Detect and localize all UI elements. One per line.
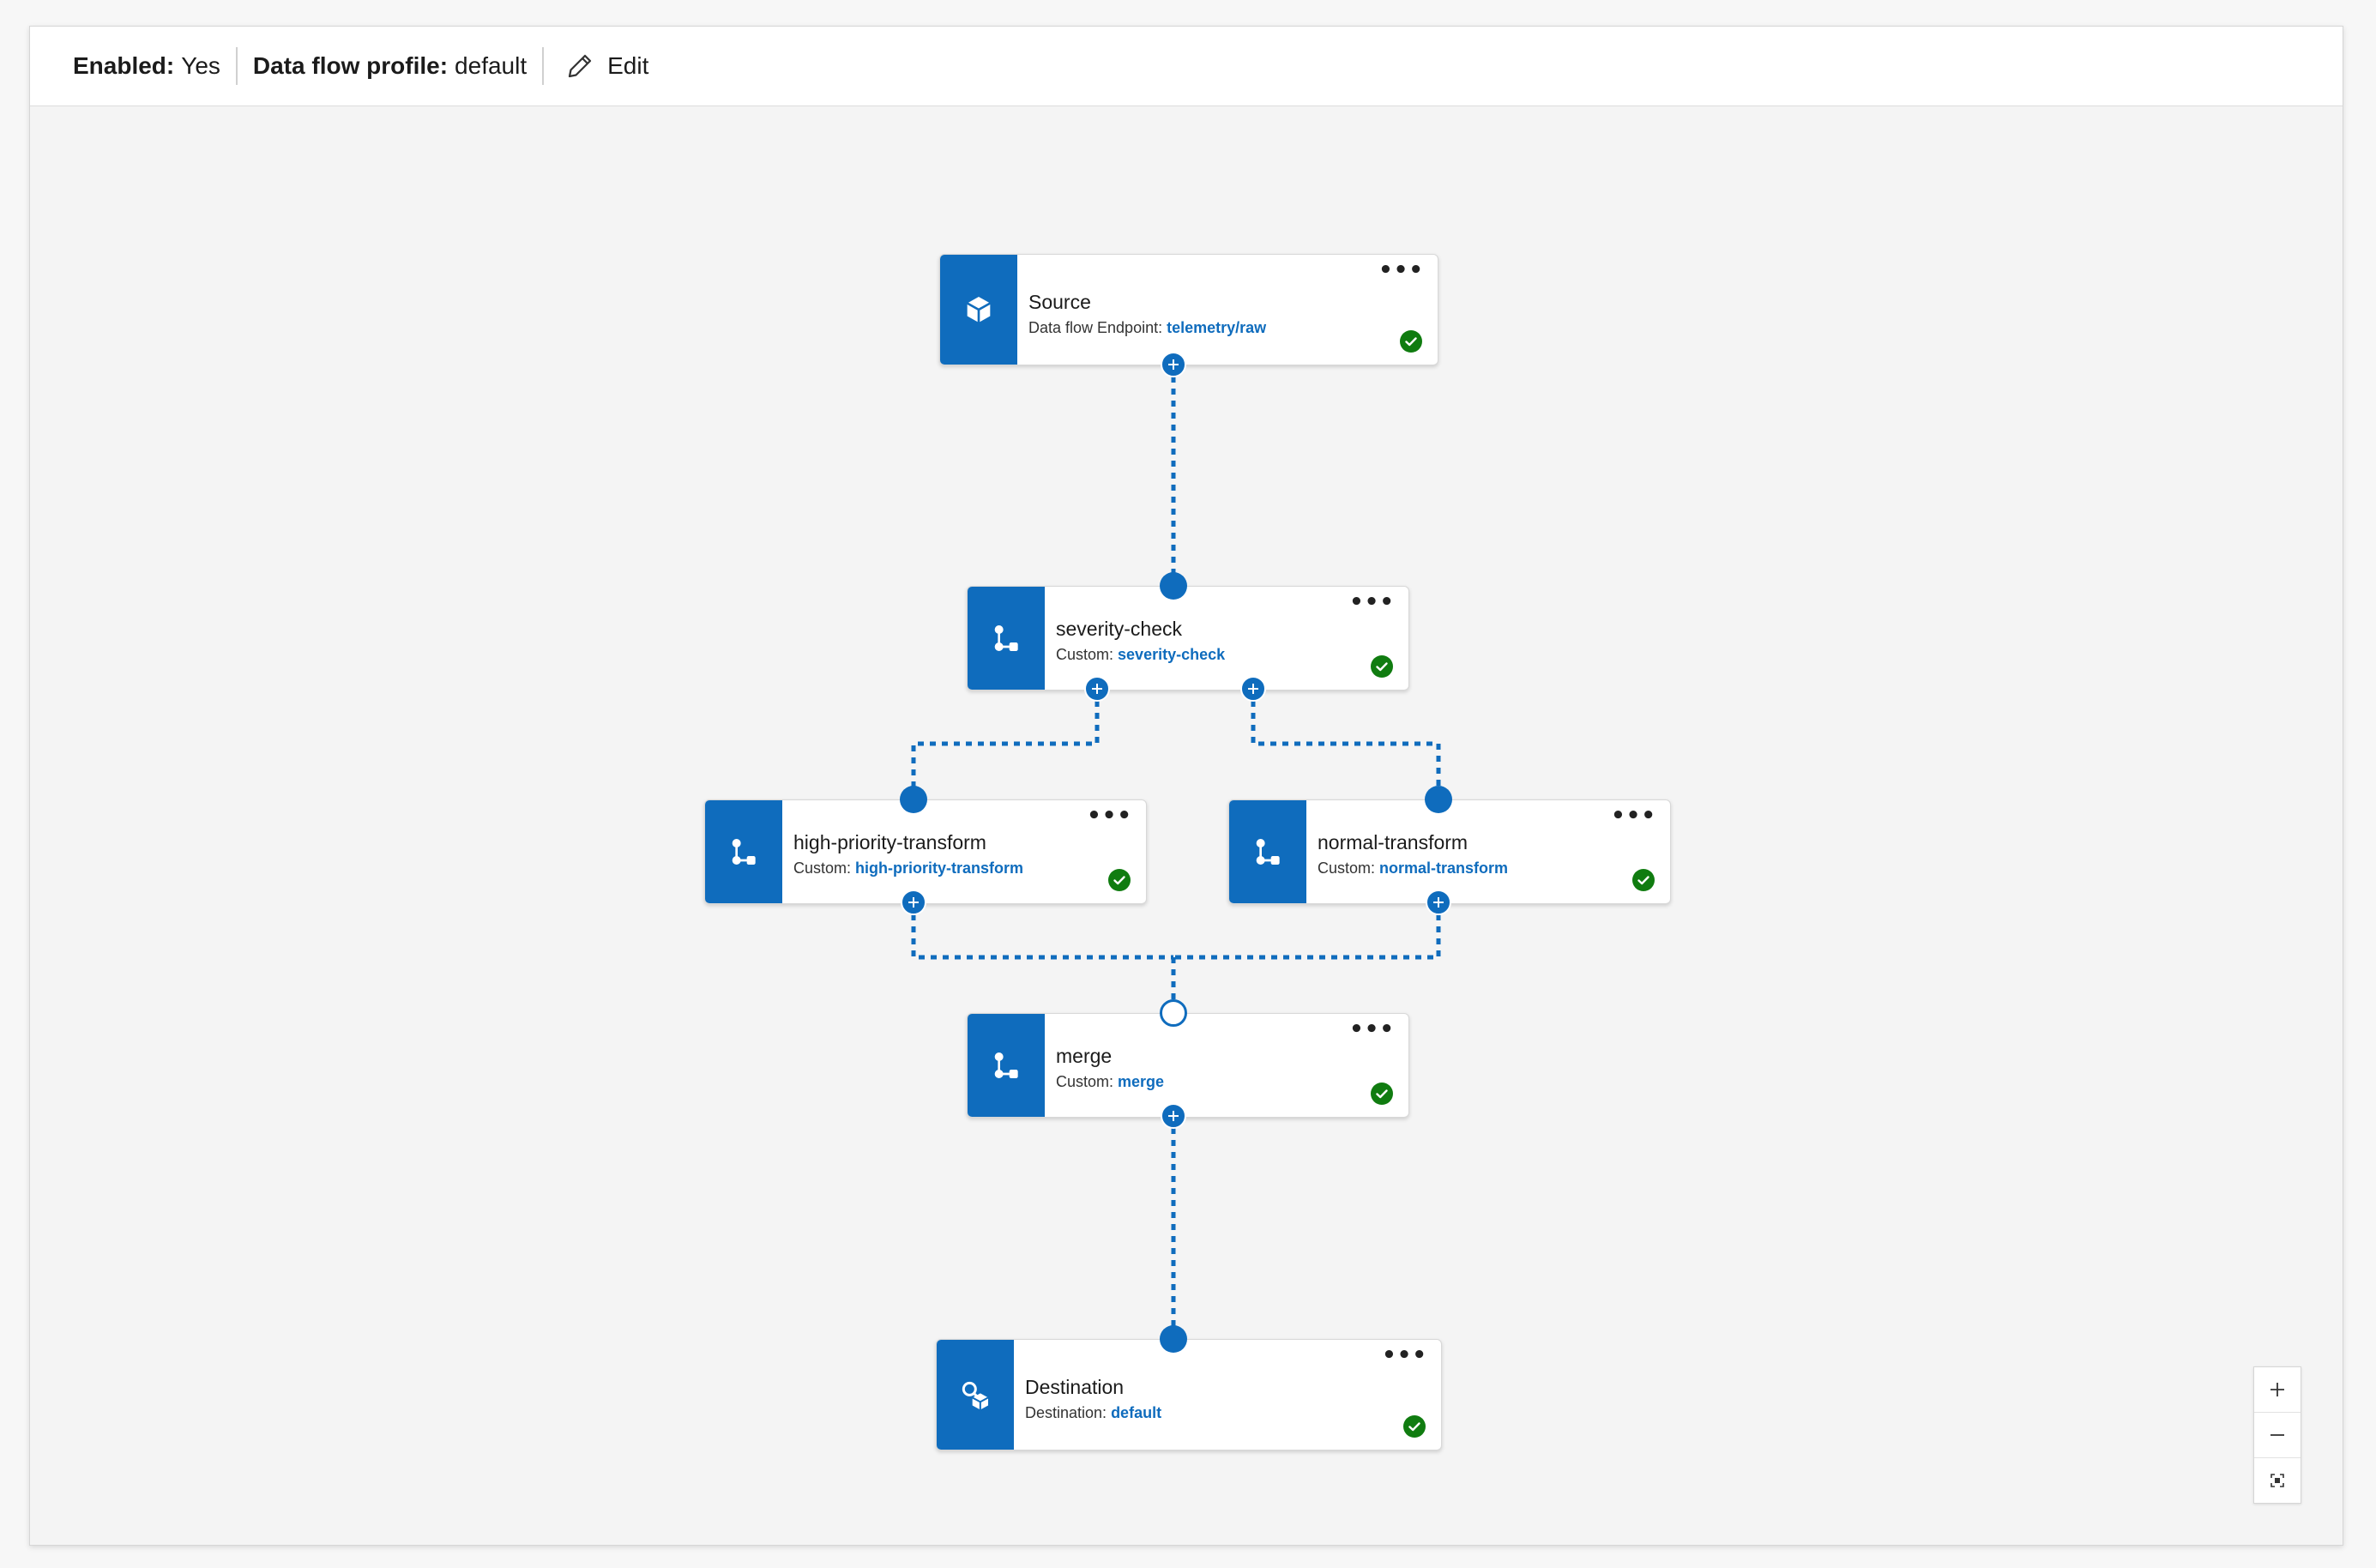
node-title: severity-check xyxy=(1056,618,1182,640)
plus-icon xyxy=(1433,897,1444,908)
edit-button[interactable]: Edit xyxy=(559,51,654,81)
success-check-icon xyxy=(1632,869,1655,891)
edge-normal-merge xyxy=(1173,902,1441,960)
edge-severity-high xyxy=(911,689,1100,799)
add-step-port[interactable] xyxy=(1426,890,1451,915)
node-subtitle: Data flow Endpoint: telemetry/raw xyxy=(1028,319,1386,337)
node-title: Source xyxy=(1028,291,1091,313)
branch-icon xyxy=(994,1052,1018,1079)
input-port[interactable] xyxy=(1160,572,1187,600)
node-title: Destination xyxy=(1025,1376,1125,1398)
enabled-status: Enabled: Yes xyxy=(73,52,220,80)
high-priority-transform-node[interactable]: high-priority-transform Custom: high-prio… xyxy=(704,799,1147,904)
severity-check-node[interactable]: severity-check Custom: severity-check ••• xyxy=(967,586,1409,691)
toolbar-divider xyxy=(542,47,545,85)
transform-link[interactable]: normal-transform xyxy=(1379,859,1508,877)
plus-icon xyxy=(1248,684,1258,694)
transform-link[interactable]: severity-check xyxy=(1118,646,1225,663)
input-port-open[interactable] xyxy=(1160,999,1187,1027)
plus-icon xyxy=(1168,359,1179,370)
fit-view-icon xyxy=(2270,1474,2284,1487)
dataflow-panel: Enabled: Yes Data flow profile: default … xyxy=(29,26,2343,1546)
destination-icon xyxy=(962,1381,989,1410)
add-step-port[interactable] xyxy=(1161,1103,1186,1129)
success-check-icon xyxy=(1371,655,1393,678)
node-subtitle-label: Custom: xyxy=(1056,646,1114,663)
success-check-icon xyxy=(1403,1415,1426,1438)
fit-view-button[interactable] xyxy=(2254,1457,2301,1503)
success-check-icon xyxy=(1400,330,1422,353)
more-options-button[interactable]: ••• xyxy=(1611,805,1656,827)
minus-icon xyxy=(2270,1434,2284,1436)
endpoint-link[interactable]: telemetry/raw xyxy=(1167,319,1266,336)
zoom-out-button[interactable] xyxy=(2254,1412,2301,1457)
edit-label: Edit xyxy=(607,52,649,79)
branch-icon xyxy=(1256,838,1280,865)
destination-link[interactable]: default xyxy=(1111,1404,1161,1421)
merge-node[interactable]: merge Custom: merge ••• xyxy=(967,1013,1409,1118)
success-check-icon xyxy=(1371,1083,1393,1105)
enabled-label: Enabled: xyxy=(73,52,175,79)
node-subtitle-label: Destination: xyxy=(1025,1404,1107,1421)
node-subtitle: Destination: default xyxy=(1025,1404,1390,1422)
flow-canvas[interactable]: Source Data flow Endpoint: telemetry/raw … xyxy=(30,106,2343,1545)
node-subtitle-label: Data flow Endpoint: xyxy=(1028,319,1163,336)
add-step-port[interactable] xyxy=(1161,352,1186,377)
success-check-icon xyxy=(1108,869,1131,891)
input-port[interactable] xyxy=(1160,1325,1187,1353)
enabled-value: Yes xyxy=(181,52,220,79)
plus-icon xyxy=(2270,1383,2284,1396)
more-options-button[interactable]: ••• xyxy=(1087,805,1132,827)
node-subtitle-label: Custom: xyxy=(1056,1073,1114,1090)
zoom-in-button[interactable] xyxy=(2254,1367,2301,1412)
source-node[interactable]: Source Data flow Endpoint: telemetry/raw … xyxy=(939,254,1438,365)
cube-icon xyxy=(967,297,991,323)
node-title: normal-transform xyxy=(1318,831,1468,853)
node-subtitle: Custom: high-priority-transform xyxy=(793,859,1095,877)
branch-icon xyxy=(994,624,1018,652)
more-options-button[interactable]: ••• xyxy=(1349,1018,1395,1040)
plus-icon xyxy=(1092,684,1102,694)
more-options-button[interactable]: ••• xyxy=(1382,1344,1427,1366)
plus-icon xyxy=(1168,1111,1179,1121)
more-options-button[interactable]: ••• xyxy=(1378,259,1424,281)
edge-severity-normal xyxy=(1251,689,1441,799)
zoom-controls xyxy=(2253,1366,2301,1504)
node-title: merge xyxy=(1056,1045,1113,1067)
destination-node[interactable]: Destination Destination: default ••• xyxy=(936,1339,1442,1450)
node-title: high-priority-transform xyxy=(793,831,986,853)
normal-transform-node[interactable]: normal-transform Custom: normal-transform… xyxy=(1228,799,1671,904)
node-subtitle: Custom: normal-transform xyxy=(1318,859,1619,877)
input-port[interactable] xyxy=(1425,786,1452,813)
add-step-port[interactable] xyxy=(1084,676,1110,702)
profile-label: Data flow profile: xyxy=(252,52,449,79)
node-subtitle-label: Custom: xyxy=(793,859,852,877)
node-subtitle: Custom: merge xyxy=(1056,1073,1357,1091)
branch-icon xyxy=(732,838,756,865)
transform-link[interactable]: merge xyxy=(1118,1073,1164,1090)
toolbar-divider xyxy=(235,47,238,85)
profile-status: Data flow profile: default xyxy=(253,52,527,80)
add-step-port[interactable] xyxy=(901,890,926,915)
edge-high-merge xyxy=(911,902,1173,960)
transform-link[interactable]: high-priority-transform xyxy=(855,859,1023,877)
toolbar: Enabled: Yes Data flow profile: default … xyxy=(30,27,2343,106)
pencil-icon xyxy=(569,54,592,78)
node-subtitle: Custom: severity-check xyxy=(1056,646,1357,664)
plus-icon xyxy=(908,897,919,908)
more-options-button[interactable]: ••• xyxy=(1349,591,1395,613)
profile-value: default xyxy=(455,52,528,79)
input-port[interactable] xyxy=(900,786,927,813)
add-step-port[interactable] xyxy=(1240,676,1266,702)
node-subtitle-label: Custom: xyxy=(1318,859,1376,877)
